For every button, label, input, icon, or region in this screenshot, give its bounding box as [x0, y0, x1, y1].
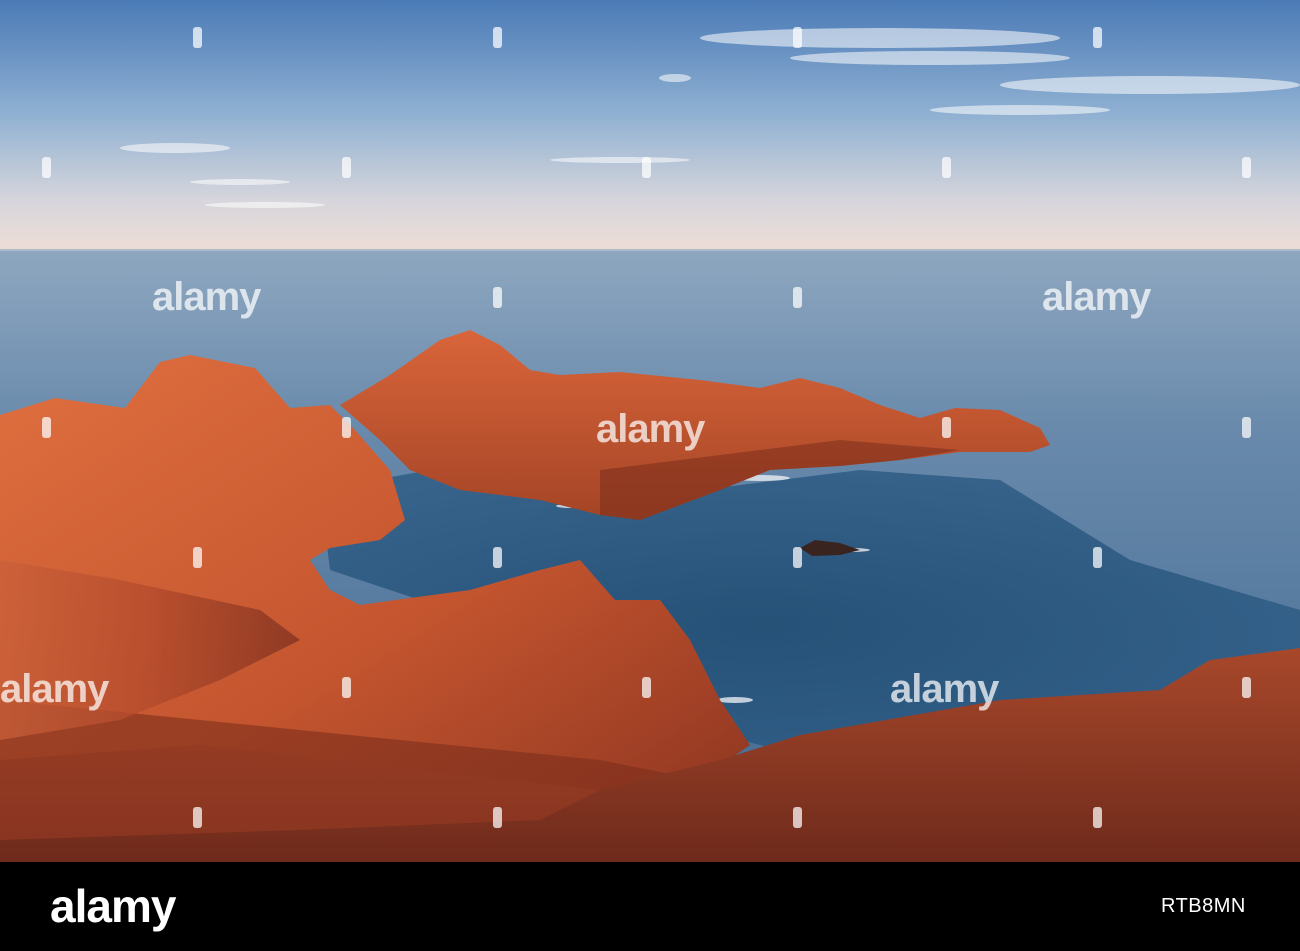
brand-logo: alamy: [50, 880, 176, 932]
photo: [0, 0, 1300, 862]
sky: [0, 0, 1300, 252]
image-id: RTB8MN: [1161, 895, 1246, 917]
horizon-line: [0, 249, 1300, 251]
image-stage: alamy alamy alamy alamy alamy alamy RTB8…: [0, 0, 1300, 951]
footer-bar: alamy RTB8MN: [0, 862, 1300, 951]
